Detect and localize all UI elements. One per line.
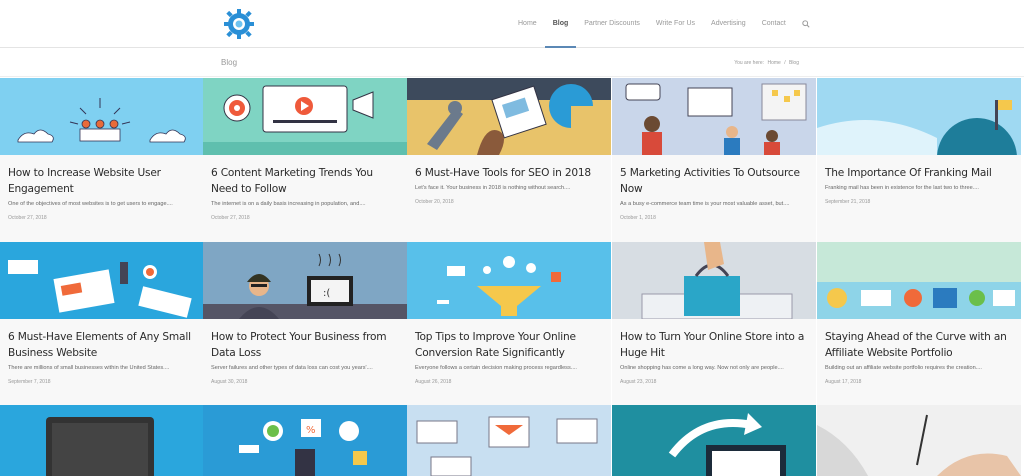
post-body: How to Protect Your Business from Data L… xyxy=(203,319,407,406)
post-thumbnail[interactable] xyxy=(817,242,1021,319)
nav-write-for-us[interactable]: Write For Us xyxy=(648,0,703,48)
svg-text::(: :( xyxy=(323,288,330,299)
main-nav: Home Blog Partner Discounts Write For Us… xyxy=(510,0,818,48)
breadcrumb-prefix: You are here: xyxy=(734,60,765,66)
post-body: 6 Must-Have Elements of Any Small Busine… xyxy=(0,319,204,406)
nav-advertising[interactable]: Advertising xyxy=(703,0,754,48)
post-date: October 1, 2018 xyxy=(620,215,656,221)
post-title[interactable]: How to Increase Website User Engagement xyxy=(8,165,196,197)
post-date: October 27, 2018 xyxy=(211,215,250,221)
post-card[interactable]: 5 Marketing Activities To Outsource Now … xyxy=(612,78,816,242)
page-title: Blog xyxy=(221,58,238,67)
breadcrumb-separator: / xyxy=(784,60,786,66)
post-excerpt: Franking mail has been in existence for … xyxy=(825,185,979,191)
post-body: The Importance Of Franking Mail Franking… xyxy=(817,155,1021,242)
gear-logo-icon[interactable] xyxy=(221,6,257,42)
post-excerpt: There are millions of small businesses w… xyxy=(8,365,170,371)
post-card[interactable] xyxy=(407,405,611,476)
post-date: August 23, 2018 xyxy=(620,379,657,385)
post-excerpt: Online shopping has come a long way. Now… xyxy=(620,365,784,371)
website-arrow-illustration[interactable] xyxy=(612,405,816,476)
nav-partner-discounts[interactable]: Partner Discounts xyxy=(576,0,648,48)
post-excerpt: The internet is on a daily basis increas… xyxy=(211,201,366,207)
post-card[interactable]: % xyxy=(203,405,407,476)
post-card[interactable]: 6 Must-Have Tools for SEO in 2018 Let's … xyxy=(407,78,611,242)
nav-home[interactable]: Home xyxy=(510,0,545,48)
post-body: Staying Ahead of the Curve with an Affil… xyxy=(817,319,1021,406)
post-title[interactable]: 5 Marketing Activities To Outsource Now xyxy=(620,165,808,197)
post-body: How to Increase Website User Engagement … xyxy=(0,155,204,242)
post-thumbnail[interactable] xyxy=(203,78,407,155)
post-card[interactable]: How to Turn Your Online Store into a Hug… xyxy=(612,242,816,406)
search-icon[interactable] xyxy=(794,0,818,48)
post-thumbnail[interactable] xyxy=(407,242,611,319)
post-excerpt: As a busy e-commerce team time is your m… xyxy=(620,201,790,207)
post-title[interactable]: 6 Must-Have Elements of Any Small Busine… xyxy=(8,329,196,361)
post-thumbnail[interactable] xyxy=(817,78,1021,155)
post-excerpt: One of the objectives of most websites i… xyxy=(8,201,173,207)
svg-text:%: % xyxy=(306,425,316,436)
post-date: August 26, 2018 xyxy=(415,379,452,385)
post-title[interactable]: 6 Content Marketing Trends You Need to F… xyxy=(211,165,399,197)
post-title[interactable]: The Importance Of Franking Mail xyxy=(825,165,1013,181)
post-card[interactable]: How to Increase Website User Engagement … xyxy=(0,78,204,242)
laptop-illustration[interactable] xyxy=(0,405,204,476)
post-excerpt: Everyone follows a certain decision maki… xyxy=(415,365,577,371)
nav-blog[interactable]: Blog xyxy=(544,0,577,48)
post-thumbnail[interactable] xyxy=(0,242,204,319)
post-title[interactable]: Staying Ahead of the Curve with an Affil… xyxy=(825,329,1013,361)
post-body: Top Tips to Improve Your Online Conversi… xyxy=(407,319,611,406)
post-body: How to Turn Your Online Store into a Hug… xyxy=(612,319,816,406)
post-thumbnail[interactable] xyxy=(0,78,204,155)
post-body: 5 Marketing Activities To Outsource Now … xyxy=(612,155,816,242)
breadcrumb-home[interactable]: Home xyxy=(767,60,780,66)
post-date: September 7, 2018 xyxy=(8,379,51,385)
analytics-dashboard-illustration[interactable] xyxy=(407,405,611,476)
post-excerpt: Building out an affiliate website portfo… xyxy=(825,365,982,371)
post-title[interactable]: How to Turn Your Online Store into a Hug… xyxy=(620,329,808,361)
post-body: 6 Must-Have Tools for SEO in 2018 Let's … xyxy=(407,155,611,242)
breadcrumb: You are here: Home / Blog xyxy=(732,60,799,66)
post-card[interactable] xyxy=(0,405,204,476)
post-card[interactable]: The Importance Of Franking Mail Franking… xyxy=(817,78,1021,242)
post-body: 6 Content Marketing Trends You Need to F… xyxy=(203,155,407,242)
post-card[interactable]: 6 Must-Have Elements of Any Small Busine… xyxy=(0,242,204,406)
post-thumbnail[interactable] xyxy=(612,78,816,155)
post-date: September 21, 2018 xyxy=(825,199,871,205)
post-card[interactable]: Top Tips to Improve Your Online Conversi… xyxy=(407,242,611,406)
marketing-icons-illustration[interactable]: % xyxy=(203,405,407,476)
breadcrumb-current: Blog xyxy=(788,60,799,66)
post-title[interactable]: 6 Must-Have Tools for SEO in 2018 xyxy=(415,165,603,181)
post-excerpt: Server failures and other types of data … xyxy=(211,365,373,371)
post-thumbnail[interactable] xyxy=(407,78,611,155)
hand-writing-photo[interactable] xyxy=(817,405,1021,476)
post-date: August 30, 2018 xyxy=(211,379,248,385)
post-title[interactable]: Top Tips to Improve Your Online Conversi… xyxy=(415,329,603,361)
post-thumbnail[interactable] xyxy=(612,242,816,319)
post-card[interactable] xyxy=(817,405,1021,476)
post-thumbnail[interactable]: :( xyxy=(203,242,407,319)
post-date: October 20, 2018 xyxy=(415,199,454,205)
post-card[interactable] xyxy=(612,405,816,476)
site-header: Home Blog Partner Discounts Write For Us… xyxy=(0,0,1024,48)
post-card[interactable]: 6 Content Marketing Trends You Need to F… xyxy=(203,78,407,242)
page-title-bar: Blog You are here: Home / Blog xyxy=(0,49,1024,77)
nav-contact[interactable]: Contact xyxy=(754,0,794,48)
post-card[interactable]: :( How to Protect Your Business from Dat… xyxy=(203,242,407,406)
post-excerpt: Let's face it. Your business in 2018 is … xyxy=(415,185,571,191)
post-card[interactable]: Staying Ahead of the Curve with an Affil… xyxy=(817,242,1021,406)
post-date: October 27, 2018 xyxy=(8,215,47,221)
post-date: August 17, 2018 xyxy=(825,379,862,385)
post-title[interactable]: How to Protect Your Business from Data L… xyxy=(211,329,399,361)
